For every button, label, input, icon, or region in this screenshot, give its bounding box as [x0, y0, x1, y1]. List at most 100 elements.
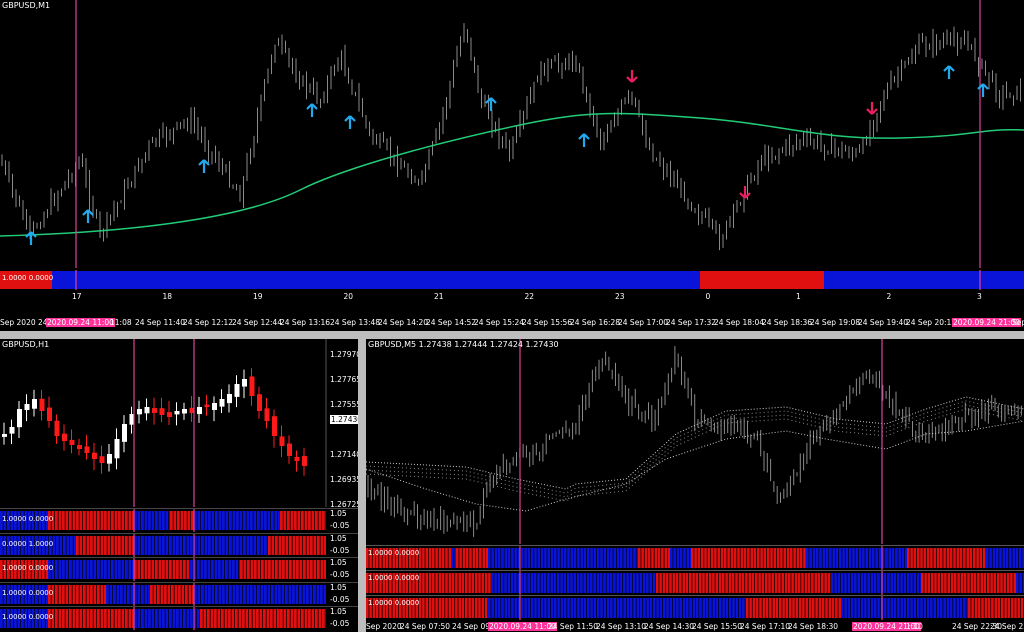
histogram-bar-stick [491, 573, 494, 593]
bull-candle [197, 407, 202, 415]
histogram-bar-stick [916, 548, 920, 568]
histogram-bar-stick [465, 598, 468, 618]
histogram-bar-stick [191, 511, 194, 530]
histogram-bar-stick [72, 511, 76, 530]
histogram-bar-stick [609, 573, 613, 593]
histogram-bar-stick [530, 548, 534, 568]
histogram-bar-stick [946, 598, 950, 618]
hour-tick-label: 1 [796, 292, 801, 301]
histogram-bar-stick [221, 560, 225, 579]
histogram-bar-stick [200, 560, 204, 579]
bull-candle [144, 407, 150, 414]
histogram-bar-stick [456, 548, 459, 568]
histogram-bar-stick [208, 584, 211, 604]
histogram-bar-stick [570, 548, 574, 568]
bl-indicator-pane[interactable]: 1.0000 0.0000 1.05 -0.05 [0, 508, 358, 532]
histogram-bar-stick [271, 584, 274, 604]
histogram-bar-stick [207, 560, 211, 579]
histogram-bar-stick [239, 535, 243, 555]
histogram-bar-stick [1013, 573, 1016, 593]
time-tick-label: 24 Sep 11:40 [135, 318, 186, 327]
histogram-bar-stick [877, 573, 880, 593]
br-indicator-pane[interactable]: 1.0000 0.0000 [366, 545, 1024, 570]
bear-candle [54, 420, 60, 436]
histogram-bar-stick [855, 548, 859, 568]
histogram-bar-stick [79, 609, 83, 628]
histogram-bar-stick [478, 573, 481, 593]
histogram-bar-stick [180, 511, 184, 530]
histogram-bar-stick [530, 573, 534, 593]
histogram-bar-stick [141, 511, 144, 530]
histogram-bar-stick [930, 548, 933, 568]
histogram-bar-stick [111, 609, 114, 628]
histogram-bar-stick [930, 573, 934, 593]
top-price-chart[interactable] [0, 0, 1024, 268]
bull-candle [242, 379, 247, 387]
histogram-bar-stick [308, 609, 311, 628]
histogram-bar-stick [735, 573, 738, 593]
histogram-bar-stick [438, 598, 442, 618]
histogram-bar-stick [432, 548, 435, 568]
bl-indicator-pane[interactable]: 1.0000 0.0000 1.05 -0.05 [0, 606, 358, 630]
histogram-bar-stick [287, 511, 290, 530]
histogram-bar-stick [201, 511, 204, 530]
histogram-bar-stick [488, 548, 491, 568]
time-tick-label: 24 Sep 19:08 [810, 318, 861, 327]
histogram-bar-stick [218, 535, 222, 555]
histogram-bar-stick [260, 511, 264, 530]
histogram-bar-stick [709, 598, 712, 618]
histogram-bar-stick [864, 598, 867, 618]
histogram-bar-stick [253, 584, 257, 604]
histogram-bar-stick [550, 573, 553, 593]
histogram-bar-stick [86, 584, 90, 604]
histogram-bar-stick [781, 573, 784, 593]
vertical-divider[interactable] [358, 339, 366, 632]
histogram-bar-stick [812, 548, 816, 568]
top-indicator-pane[interactable]: 1.0000 0.0000 [0, 270, 1024, 290]
histogram-bar-stick [151, 511, 155, 530]
histogram-bar-stick [232, 511, 236, 530]
histogram-bar-stick [214, 609, 217, 628]
horizontal-divider[interactable] [0, 331, 1024, 339]
histogram-bar-stick [819, 548, 822, 568]
histogram-bar-stick [563, 548, 567, 568]
indicator-level-label: -0.05 [330, 619, 350, 628]
histogram-bar-stick [479, 548, 482, 568]
bl-indicator-pane[interactable]: 1.0000 0.0000 1.05 -0.05 [0, 581, 358, 606]
histogram-bar-stick [728, 573, 732, 593]
bl-indicator-pane[interactable]: 1.0000 0.0000 1.05 -0.05 [0, 557, 358, 581]
histogram-bar-stick [250, 560, 254, 579]
histogram-bar-stick [636, 598, 640, 618]
histogram-bar-stick [130, 584, 134, 604]
histogram-bar-stick [977, 598, 981, 618]
bottom-right-chart-pane[interactable]: GBPUSD,M5 1.27438 1.27444 1.27424 1.2743… [366, 339, 1024, 544]
histogram-bar-stick [662, 573, 666, 593]
m5-price-chart[interactable] [366, 339, 1024, 544]
histogram-bar-stick [672, 598, 676, 618]
histogram-bar-stick [933, 598, 936, 618]
time-tick-label: 24 Sep 17:00 [618, 318, 669, 327]
br-indicator-pane[interactable]: 1.0000 0.0000 [366, 570, 1024, 595]
histogram-bar-stick [178, 584, 181, 604]
top-chart-pane[interactable]: GBPUSD,M1 [0, 0, 1024, 268]
histogram-bar-stick [543, 573, 547, 593]
hour-tick-label: 19 [253, 292, 263, 301]
br-indicator-pane[interactable]: 1.0000 0.0000 [366, 595, 1024, 620]
h1-price-chart[interactable] [0, 339, 358, 507]
histogram-bar-stick [435, 598, 438, 618]
histogram-bar-stick [554, 598, 557, 618]
histogram-bar-stick [281, 584, 285, 604]
histogram-bar-stick [282, 535, 285, 555]
histogram-bar-stick [710, 548, 714, 568]
histogram-bar [366, 596, 1024, 620]
histogram-bar-stick [111, 535, 114, 555]
histogram-bar-stick [451, 573, 455, 593]
indicator-level-label: -0.05 [330, 545, 350, 555]
histogram-bar-stick [626, 573, 629, 593]
histogram-bar-stick [848, 548, 852, 568]
bl-indicator-pane[interactable]: 0.0000 1.0000 1.05 -0.05 [0, 532, 358, 557]
bottom-left-chart-pane[interactable]: GBPUSD,H1 1.27970 1.27765 1.27555 1.27430 1.… [0, 339, 358, 507]
indicator-level-label: 1.05 [330, 509, 347, 518]
histogram-bar-stick [651, 548, 654, 568]
histogram-bar-stick [1002, 548, 1006, 568]
